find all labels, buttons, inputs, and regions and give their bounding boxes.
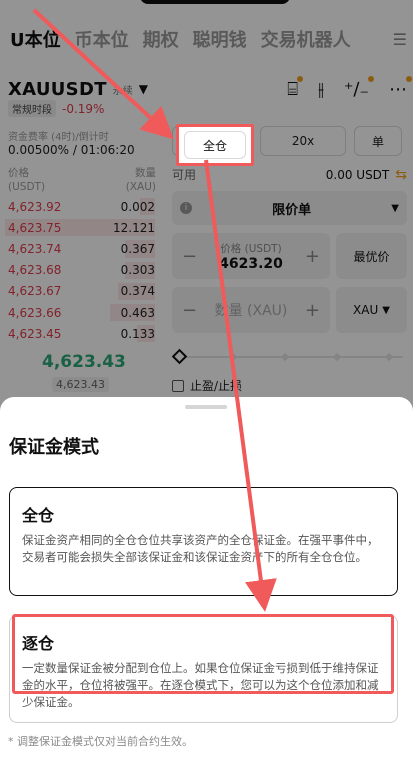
highlighted-margin-mode-label: 全仓 (184, 131, 246, 159)
margin-mode-sheet: 保证金模式 全仓 保证金资产相同的全仓仓位共享该资产的全仓保证金。在强平事件中，… (0, 397, 413, 763)
cross-description: 保证金资产相同的全仓仓位共享该资产的全仓保证金。在强平事件中，交易者可能会损失全… (22, 533, 379, 564)
sheet-handle[interactable] (185, 405, 227, 409)
sheet-note: * 调整保证金模式仅对当前合约生效。 (8, 735, 193, 748)
highlighted-margin-mode-button[interactable]: 全仓 (176, 124, 254, 166)
isolated-highlight-box (12, 614, 394, 694)
sheet-title: 保证金模式 (9, 437, 99, 458)
cross-title: 全仓 (22, 506, 55, 525)
cross-margin-option[interactable]: 全仓 保证金资产相同的全仓仓位共享该资产的全仓保证金。在强平事件中，交易者可能会… (9, 487, 398, 596)
